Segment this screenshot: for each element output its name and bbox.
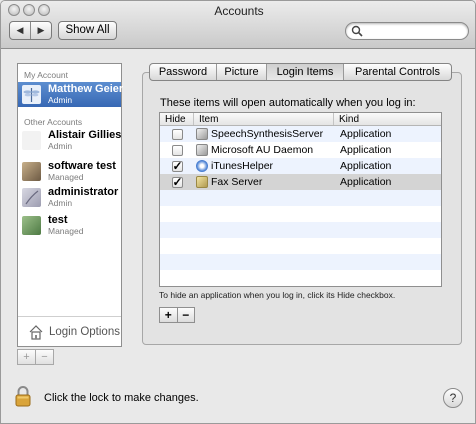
remove-account-button[interactable]: −	[36, 350, 53, 364]
account-role: Admin	[48, 95, 73, 105]
login-item-add-remove: + −	[159, 307, 195, 323]
leaf-picture-icon	[22, 216, 41, 235]
show-all-button[interactable]: Show All	[58, 21, 117, 40]
empty-row	[160, 254, 441, 270]
add-login-item-button[interactable]: +	[160, 308, 178, 322]
account-software-test[interactable]: software test Managed	[18, 159, 121, 184]
login-options-button[interactable]: Login Options	[18, 316, 121, 347]
item-name: SpeechSynthesisServer	[211, 128, 324, 140]
account-matthew-geier[interactable]: Matthew Geier Admin	[18, 82, 124, 107]
gray-picture-icon	[22, 131, 41, 150]
account-administrator[interactable]: administrator Admin	[18, 185, 121, 210]
add-account-button[interactable]: +	[18, 350, 36, 364]
account-role: Admin	[48, 198, 73, 208]
accounts-window: Accounts ◀ ▶ Show All My Account Matthew…	[0, 0, 476, 424]
help-button[interactable]: ?	[443, 388, 463, 408]
item-name: iTunesHelper	[211, 160, 274, 172]
empty-row	[160, 190, 441, 206]
lock-icon[interactable]	[15, 385, 31, 407]
search-icon	[351, 25, 363, 37]
account-name: software test	[48, 160, 116, 172]
my-account-header: My Account	[24, 70, 68, 80]
column-item-header[interactable]: Item	[194, 113, 334, 125]
account-alistair-gillies[interactable]: Alistair Gillies Admin	[18, 128, 121, 153]
tab-picture[interactable]: Picture	[217, 64, 267, 80]
hide-checkbox[interactable]: ✓	[171, 176, 183, 188]
login-items-table: Hide Item Kind SpeechSynthesisServer App…	[159, 112, 442, 287]
app-icon	[196, 144, 208, 156]
item-kind: Application	[340, 128, 392, 140]
tab-login-items[interactable]: Login Items	[267, 64, 344, 80]
search-field[interactable]	[345, 22, 469, 40]
lock-message: Click the lock to make changes.	[44, 392, 199, 404]
column-hide-header[interactable]: Hide	[160, 113, 194, 125]
empty-row	[160, 238, 441, 254]
empty-row	[160, 222, 441, 238]
table-row[interactable]: ✓ Fax Server Application	[160, 174, 441, 190]
account-role: Admin	[48, 141, 73, 151]
forward-button[interactable]: ▶	[31, 22, 51, 39]
account-name: test	[48, 214, 68, 226]
tab-parental-controls[interactable]: Parental Controls	[344, 64, 451, 80]
account-name: Alistair Gillies	[48, 129, 122, 141]
house-icon	[29, 325, 43, 340]
item-kind: Application	[340, 144, 392, 156]
table-header: Hide Item Kind	[160, 113, 441, 126]
hide-checkbox[interactable]	[171, 144, 183, 156]
account-role: Managed	[48, 226, 84, 236]
toolbar: Accounts ◀ ▶ Show All	[1, 1, 475, 49]
feather-picture-icon	[22, 188, 41, 207]
hide-checkbox[interactable]: ✓	[171, 160, 183, 172]
account-role: Managed	[48, 172, 84, 182]
account-name: Matthew Geier	[48, 83, 124, 95]
table-row[interactable]: SpeechSynthesisServer Application	[160, 126, 441, 142]
fax-icon	[196, 176, 208, 188]
search-input[interactable]	[366, 24, 464, 38]
account-add-remove: + −	[17, 349, 54, 365]
table-row[interactable]: ✓ iTunesHelper Application	[160, 158, 441, 174]
item-name: Microsoft AU Daemon	[211, 144, 314, 156]
back-forward-control: ◀ ▶	[9, 21, 52, 40]
empty-row	[160, 270, 441, 286]
item-name: Fax Server	[211, 176, 263, 188]
hide-hint: To hide an application when you log in, …	[159, 290, 396, 300]
window-title: Accounts	[214, 4, 264, 18]
hide-checkbox[interactable]	[171, 128, 183, 140]
itunes-icon	[196, 160, 208, 172]
tab-bar: Password Picture Login Items Parental Co…	[149, 63, 452, 81]
account-test[interactable]: test Managed	[18, 213, 121, 238]
app-icon	[196, 128, 208, 140]
table-row[interactable]: Microsoft AU Daemon Application	[160, 142, 441, 158]
tab-password[interactable]: Password	[150, 64, 217, 80]
column-kind-header[interactable]: Kind	[334, 113, 441, 125]
dragonfly-picture-icon	[22, 85, 41, 104]
item-kind: Application	[340, 176, 392, 188]
table-body: SpeechSynthesisServer Application Micros…	[160, 126, 441, 287]
empty-row	[160, 206, 441, 222]
login-items-intro: These items will open automatically when…	[160, 97, 416, 109]
back-button[interactable]: ◀	[10, 22, 31, 39]
other-accounts-header: Other Accounts	[24, 117, 83, 127]
account-name: administrator	[48, 186, 119, 198]
accounts-list: My Account Matthew Geier Admin Other Acc…	[17, 63, 124, 347]
dog-picture-icon	[22, 162, 41, 181]
empty-row	[160, 286, 441, 287]
remove-login-item-button[interactable]: −	[178, 308, 195, 322]
item-kind: Application	[340, 160, 392, 172]
login-options-label: Login Options	[49, 326, 120, 338]
